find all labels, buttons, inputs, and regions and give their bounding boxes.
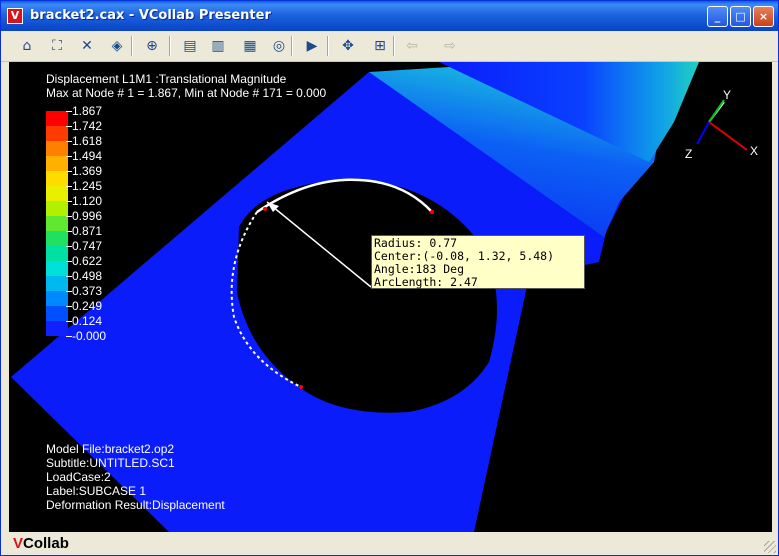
legend-value: 0.996 — [72, 209, 103, 223]
probe-icon[interactable]: ◎ — [268, 35, 290, 57]
label-text: Label:SUBCASE 1 — [46, 484, 147, 498]
y-axis-green — [708, 99, 725, 123]
play-icon[interactable]: ▶ — [301, 35, 323, 57]
close-button[interactable]: × — [753, 6, 774, 27]
legend-tick — [66, 291, 72, 292]
home-view-icon[interactable]: ⌂ — [16, 35, 38, 57]
x-axis-line — [708, 121, 748, 151]
legend-tick — [66, 171, 72, 172]
resize-grip-icon[interactable] — [764, 541, 776, 553]
axis-label-x: X — [750, 144, 759, 158]
legend-value: 0.124 — [72, 314, 103, 328]
vcollab-logo: VCollab — [13, 535, 69, 552]
zoom-extents-icon[interactable]: ✕ — [76, 35, 98, 57]
legend-tick — [66, 111, 72, 112]
result-title: Displacement L1M1 :Translational Magnitu… — [46, 72, 287, 86]
minimize-button[interactable]: _ — [707, 6, 728, 27]
toolbar-separator — [169, 36, 171, 56]
legend-color-band — [46, 156, 68, 171]
arc-point-end — [430, 210, 434, 214]
legend-value: 1.369 — [72, 164, 103, 178]
legend-value: 1.618 — [72, 134, 103, 148]
arc-point-low — [299, 385, 303, 389]
axis-label-z: Z — [685, 147, 693, 161]
legend-color-band — [46, 246, 68, 261]
legend-value: 0.871 — [72, 224, 103, 238]
z-axis-line — [696, 121, 710, 145]
pan-icon[interactable]: ✥ — [337, 35, 359, 57]
app-window: V bracket2.cax - VCollab Presenter _ □ ×… — [0, 0, 779, 556]
legend-color-band — [46, 231, 68, 246]
legend-value: 1.494 — [72, 149, 103, 163]
loadcase-text: LoadCase:2 — [46, 470, 111, 484]
arc-point-start — [263, 207, 267, 211]
legend-color-band — [46, 261, 68, 276]
legend-tick — [66, 141, 72, 142]
arc-info-tooltip: Radius: 0.77 Center:(-0.08, 1.32, 5.48) … — [371, 235, 585, 289]
legend-tick — [66, 306, 72, 307]
legend-tick — [66, 321, 72, 322]
toolbar-separator — [131, 36, 133, 56]
legend-icon[interactable]: ▦ — [239, 35, 261, 57]
legend-color-band — [46, 201, 68, 216]
toolbar-separator — [291, 36, 293, 56]
back-arrow-icon[interactable]: ⇦ — [401, 35, 423, 57]
legend-color-band — [46, 216, 68, 231]
toolbar-separator — [393, 36, 395, 56]
legend-tick — [66, 336, 72, 337]
legend-color-band — [46, 306, 68, 321]
legend-color-band — [46, 291, 68, 306]
axis-label-y: Y — [723, 88, 732, 102]
zoom-region-icon[interactable]: ⊞ — [369, 35, 391, 57]
legend-color-band — [46, 126, 68, 141]
title-bar[interactable]: V bracket2.cax - VCollab Presenter _ □ × — [1, 1, 778, 31]
parts-list-icon[interactable]: ▤ — [179, 35, 201, 57]
legend-value: 0.622 — [72, 254, 103, 268]
legend-tick — [66, 186, 72, 187]
legend-tick — [66, 261, 72, 262]
legend-value: 1.120 — [72, 194, 103, 208]
color-legend: 1.867 1.742 1.618 1.494 1.369 1.245 1.120 0.996… — [46, 104, 146, 344]
forward-arrow-icon[interactable]: ⇨ — [439, 35, 461, 57]
legend-tick — [66, 201, 72, 202]
legend-tick — [66, 126, 72, 127]
legend-color-band — [46, 321, 68, 336]
deformation-text: Deformation Result:Displacement — [46, 498, 225, 512]
legend-value: 0.373 — [72, 284, 103, 298]
legend-tick — [66, 246, 72, 247]
legend-value: 1.742 — [72, 119, 103, 133]
legend-tick — [66, 276, 72, 277]
3d-viewport[interactable]: Displacement L1M1 :Translational Magnitu… — [9, 62, 772, 532]
model-info: Model File:bracket2.op2 Subtitle:UNTITLE… — [46, 442, 225, 512]
toolbar: ⌂ ⛶ ✕ ◈ ⊕ ▤ ▥ ▦ ◎ ▶ ✥ ⊞ ⇦ ⇨ — [1, 31, 778, 62]
legend-tick — [66, 231, 72, 232]
results-icon[interactable]: ▥ — [207, 35, 229, 57]
legend-value: 0.249 — [72, 299, 103, 313]
legend-color-band — [46, 141, 68, 156]
result-min-max: Max at Node # 1 = 1.867, Min at Node # 1… — [46, 86, 327, 100]
window-title: bracket2.cax - VCollab Presenter — [30, 8, 271, 23]
status-bar: VCollab — [1, 533, 778, 555]
legend-value: 0.498 — [72, 269, 103, 283]
legend-color-band — [46, 111, 68, 126]
legend-color-band — [46, 276, 68, 291]
tooltip-arclength: ArcLength: 2.47 — [374, 275, 478, 289]
section-icon[interactable]: ⊕ — [141, 35, 163, 57]
legend-value: 0.747 — [72, 239, 103, 253]
legend-value: 1.245 — [72, 179, 103, 193]
toolbar-separator — [327, 36, 329, 56]
maximize-button[interactable]: □ — [730, 6, 751, 27]
view-cube-icon[interactable]: ◈ — [106, 35, 128, 57]
legend-color-band — [46, 186, 68, 201]
legend-value: 1.867 — [72, 104, 103, 118]
model-file-text: Model File:bracket2.op2 — [46, 442, 175, 456]
legend-color-band — [46, 171, 68, 186]
legend-tick — [66, 156, 72, 157]
subtitle-text: Subtitle:UNTITLED.SC1 — [46, 456, 175, 470]
legend-value: -0.000 — [72, 329, 107, 343]
vcollab-app-icon[interactable]: V — [7, 8, 23, 24]
legend-tick — [66, 216, 72, 217]
fit-view-icon[interactable]: ⛶ — [46, 35, 68, 57]
